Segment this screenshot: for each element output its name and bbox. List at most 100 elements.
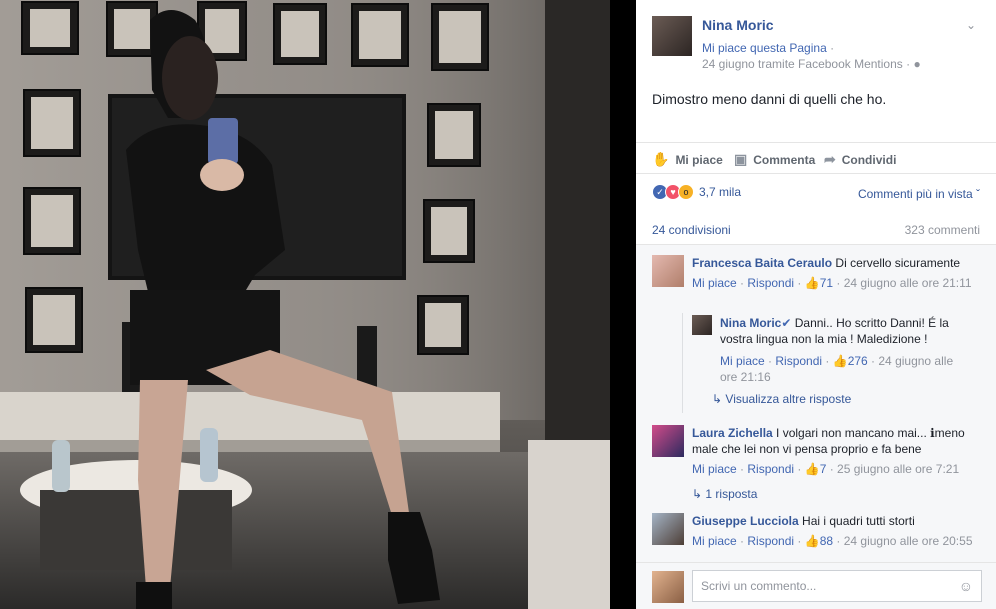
comment-timestamp[interactable]: 24 giugno alle ore 21:11 bbox=[844, 276, 972, 290]
comment-body: Laura Zichella I volgari non mancano mai… bbox=[692, 425, 982, 457]
comment-reply-link[interactable]: Rispondi bbox=[747, 276, 794, 290]
reply-like-count[interactable]: 276 bbox=[848, 354, 868, 368]
thumbs-up-icon: 👍 bbox=[804, 534, 820, 548]
verified-badge-icon: ✔ bbox=[781, 316, 792, 330]
comment-like-link[interactable]: Mi piace bbox=[692, 534, 737, 548]
thumbs-up-icon: 👍 bbox=[804, 462, 820, 476]
like-button[interactable]: ✋ Mi piace bbox=[652, 151, 723, 168]
comment-reply-link[interactable]: Rispondi bbox=[747, 534, 794, 548]
reply-timestamp-part2[interactable]: ore 21:16 bbox=[720, 369, 975, 385]
reply-separator: · bbox=[764, 354, 776, 368]
comment-text: Hai i quadri tutti storti bbox=[798, 514, 915, 528]
comment-timestamp[interactable]: 25 giugno alle ore 7:21 bbox=[837, 462, 959, 476]
comment-item: Francesca Baita Ceraulo Di cervello sicu… bbox=[652, 255, 982, 305]
like-page-separator: · bbox=[830, 41, 835, 55]
comment-separator: · bbox=[833, 534, 844, 548]
post-photo[interactable] bbox=[0, 0, 610, 609]
comment-text: Di cervello sicuramente bbox=[832, 256, 961, 270]
comment-body: Giuseppe Lucciola Hai i quadri tutti sto… bbox=[692, 513, 915, 529]
comment-button-label: Commenta bbox=[753, 152, 816, 167]
reply-author[interactable]: Nina Moric bbox=[720, 316, 781, 330]
emoji-icon[interactable]: ☺ bbox=[959, 578, 973, 594]
comments-sort-dropdown[interactable]: Commenti più in vista ˇ bbox=[858, 187, 980, 201]
comment-like-count[interactable]: 88 bbox=[820, 534, 833, 548]
comment-timestamp[interactable]: 24 giugno alle ore 20:55 bbox=[844, 534, 973, 548]
reply-thread-line bbox=[682, 313, 683, 413]
share-button-label: Condividi bbox=[841, 152, 897, 167]
more-replies-link[interactable]: ↳ Visualizza altre risposte bbox=[712, 392, 851, 406]
post-text: Dimostro meno danni di quelli che ho. bbox=[652, 91, 887, 107]
comment-like-link[interactable]: Mi piace bbox=[692, 276, 737, 290]
post-actions-bar: ✋ Mi piace ▣ Commenta ➦ Condividi bbox=[636, 142, 996, 174]
like-page-link[interactable]: Mi piace questa Pagina bbox=[702, 41, 827, 55]
avatar[interactable] bbox=[652, 255, 684, 287]
comment-actions: Mi piace · Rispondi · 👍88 · 24 giugno al… bbox=[692, 533, 982, 549]
avatar[interactable] bbox=[692, 315, 712, 335]
post-side-panel: Nina Moric Mi piace questa Pagina · 24 g… bbox=[636, 0, 996, 609]
comment-icon: ▣ bbox=[734, 151, 748, 167]
globe-icon: ● bbox=[913, 57, 921, 71]
reactions-count[interactable]: 3,7 mila bbox=[699, 185, 741, 199]
page-avatar[interactable] bbox=[652, 16, 692, 56]
comment-composer: Scrivi un commento... ☺ bbox=[636, 562, 996, 609]
reply-timestamp-part1[interactable]: · 24 giugno alle bbox=[868, 354, 953, 368]
comment-actions: Mi piace · Rispondi · 👍71 · 24 giugno al… bbox=[692, 275, 982, 291]
post-meta-text[interactable]: 24 giugno tramite Facebook Mentions · bbox=[702, 57, 913, 71]
chevron-down-icon[interactable]: ⌄ bbox=[964, 18, 978, 32]
reply-arrow-icon: ↳ bbox=[692, 487, 703, 501]
avatar[interactable] bbox=[652, 425, 684, 457]
comment-separator: · bbox=[736, 276, 748, 290]
comments-list: Francesca Baita Ceraulo Di cervello sicu… bbox=[636, 244, 996, 562]
comment-button[interactable]: ▣ Commenta bbox=[734, 151, 815, 168]
thumbs-up-icon: 👍 bbox=[832, 354, 848, 368]
comment-like-count[interactable]: 71 bbox=[820, 276, 833, 290]
reply-like-link[interactable]: Mi piace bbox=[720, 354, 765, 368]
comment-reply-link[interactable]: Rispondi bbox=[747, 462, 794, 476]
comment-separator: · bbox=[736, 462, 748, 476]
reply-separator: · bbox=[822, 354, 833, 368]
thumbs-up-icon: 👍 bbox=[804, 276, 820, 290]
page-name-link[interactable]: Nina Moric bbox=[702, 17, 774, 33]
comment-like-link[interactable]: Mi piace bbox=[692, 462, 737, 476]
comment-item: Laura Zichella I volgari non mancano mai… bbox=[652, 425, 982, 495]
post-meta: 24 giugno tramite Facebook Mentions · ● bbox=[702, 57, 921, 71]
view-replies-link[interactable]: ↳ 1 risposta bbox=[692, 487, 757, 501]
reply-arrow-icon: ↳ bbox=[712, 392, 723, 406]
reply-text-line2: vostra lingua non la mia ! Maledizione ! bbox=[720, 332, 928, 346]
view-replies-label: 1 risposta bbox=[705, 487, 758, 501]
comment-input-placeholder: Scrivi un commento... bbox=[701, 579, 817, 593]
reply-text-line1: Danni.. Ho scritto Danni! É la bbox=[791, 316, 949, 330]
comment-separator: · bbox=[736, 534, 748, 548]
comment-item: Giuseppe Lucciola Hai i quadri tutti sto… bbox=[652, 513, 982, 562]
like-page-row: Mi piace questa Pagina · bbox=[702, 41, 834, 55]
comments-count[interactable]: 323 commenti bbox=[905, 223, 980, 237]
avatar[interactable] bbox=[652, 571, 684, 603]
shares-count-link[interactable]: 24 condivisioni bbox=[652, 223, 731, 237]
viewer-gap bbox=[610, 0, 636, 609]
comment-author[interactable]: Laura Zichella bbox=[692, 426, 773, 440]
comment-input[interactable]: Scrivi un commento... ☺ bbox=[692, 570, 982, 602]
comment-author[interactable]: Francesca Baita Ceraulo bbox=[692, 256, 832, 270]
comment-actions: Mi piace · Rispondi · 👍7 · 25 giugno all… bbox=[692, 461, 982, 477]
comment-author[interactable]: Giuseppe Lucciola bbox=[692, 514, 799, 528]
comment-separator: · bbox=[794, 534, 805, 548]
reactions-summary[interactable]: ✓ ♥ o 3,7 mila bbox=[652, 184, 741, 200]
thumbs-up-icon: ✋ bbox=[652, 151, 670, 167]
post-header: Nina Moric Mi piace questa Pagina · 24 g… bbox=[652, 14, 984, 74]
comment-separator: · bbox=[794, 462, 805, 476]
photo-illustration bbox=[0, 0, 610, 609]
comment-separator: · bbox=[794, 276, 805, 290]
like-button-label: Mi piace bbox=[675, 152, 723, 167]
reply-reply-link[interactable]: Rispondi bbox=[775, 354, 822, 368]
share-arrow-icon: ➦ bbox=[824, 151, 836, 167]
share-button[interactable]: ➦ Condividi bbox=[824, 151, 896, 168]
avatar[interactable] bbox=[652, 513, 684, 545]
wow-reaction-icon: o bbox=[678, 184, 694, 200]
more-replies-label: Visualizza altre risposte bbox=[725, 392, 852, 406]
comment-text-line1: I volgari non mancano mai... ℹmeno bbox=[772, 426, 965, 440]
reply-body: Nina Moric✔ Danni.. Ho scritto Danni! É … bbox=[720, 315, 949, 347]
share-comment-counts: 24 condivisioni 323 commenti bbox=[652, 223, 980, 237]
comment-separator: · bbox=[833, 276, 844, 290]
comment-body: Francesca Baita Ceraulo Di cervello sicu… bbox=[692, 255, 960, 271]
comment-text-line2: male che lei non vi pensa proprio e fa b… bbox=[692, 442, 922, 456]
